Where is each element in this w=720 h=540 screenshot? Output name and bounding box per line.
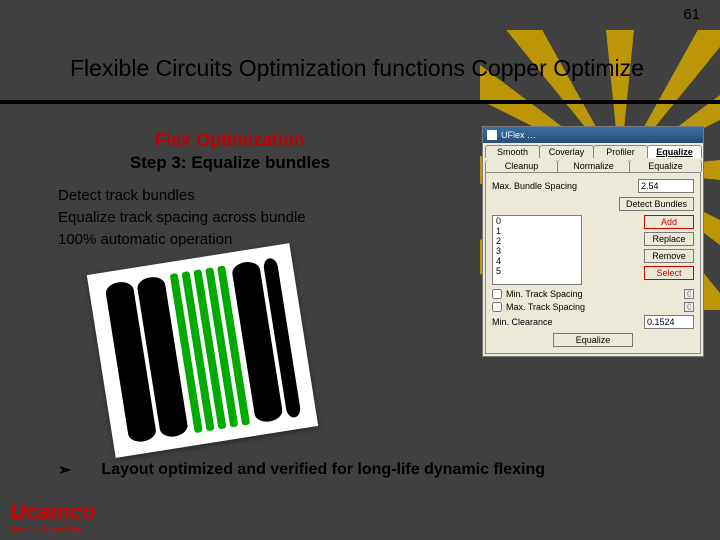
min-track-spacing-checkbox[interactable] [492, 289, 502, 299]
dialog-titlebar[interactable]: UFlex … [483, 127, 703, 143]
tab-cleanup[interactable]: Cleanup [485, 160, 558, 172]
logo-name: Ucamco [10, 499, 96, 524]
list-item[interactable]: 0 [493, 216, 581, 226]
detect-bundles-button[interactable]: Detect Bundles [619, 197, 694, 211]
min-clearance-input[interactable] [644, 315, 694, 329]
add-button[interactable]: Add [644, 215, 694, 229]
uflex-dialog: UFlex … Smooth Coverlay Profiler Equaliz… [482, 126, 704, 357]
min-track-spacing-input[interactable] [684, 289, 694, 299]
body-text: Detect track bundles Equalize track spac… [58, 185, 306, 250]
max-bundle-spacing-input[interactable] [638, 179, 694, 193]
bundle-list[interactable]: 0 1 2 3 4 5 [492, 215, 582, 285]
title-underline [0, 100, 720, 104]
list-item[interactable]: 3 [493, 246, 581, 256]
tab-smooth[interactable]: Smooth [485, 145, 540, 158]
list-item[interactable]: 4 [493, 256, 581, 266]
sub-heading-2: Step 3: Equalize bundles [0, 153, 460, 173]
slide-title: Flexible Circuits Optimization functions… [70, 55, 720, 82]
list-item[interactable]: 2 [493, 236, 581, 246]
remove-button[interactable]: Remove [644, 249, 694, 263]
list-item[interactable]: 1 [493, 226, 581, 236]
list-item[interactable]: 5 [493, 266, 581, 276]
sub-heading-1: Flex Optimization [0, 130, 460, 151]
logo-tagline: Because Know Why [10, 525, 96, 534]
min-track-spacing-label: Min. Track Spacing [506, 289, 583, 299]
min-clearance-label: Min. Clearance [492, 317, 640, 327]
logo: Ucamco Because Know Why [10, 499, 96, 534]
max-track-spacing-label: Max. Track Spacing [506, 302, 585, 312]
max-bundle-spacing-label: Max. Bundle Spacing [492, 181, 634, 191]
tab-equalize2[interactable]: Equalize [629, 160, 702, 172]
tab-normalize[interactable]: Normalize [557, 160, 630, 172]
bullet-text: Layout optimized and verified for long-l… [101, 461, 545, 479]
select-button[interactable]: Select [644, 266, 694, 280]
max-track-spacing-input[interactable] [684, 302, 694, 312]
tab-profiler[interactable]: Profiler [593, 145, 648, 158]
bullet-marker: ➢ [58, 460, 71, 480]
body-line-2: Equalize track spacing across bundle [58, 207, 306, 229]
max-track-spacing-checkbox[interactable] [492, 302, 502, 312]
replace-button[interactable]: Replace [644, 232, 694, 246]
body-line-1: Detect track bundles [58, 185, 306, 207]
page-number: 61 [683, 6, 700, 23]
app-icon [487, 130, 497, 140]
dialog-title: UFlex … [501, 130, 536, 140]
tab-equalize[interactable]: Equalize [647, 145, 702, 158]
equalize-button[interactable]: Equalize [553, 333, 633, 347]
track-bundle-illustration [87, 243, 318, 458]
tab-coverlay[interactable]: Coverlay [539, 145, 594, 158]
